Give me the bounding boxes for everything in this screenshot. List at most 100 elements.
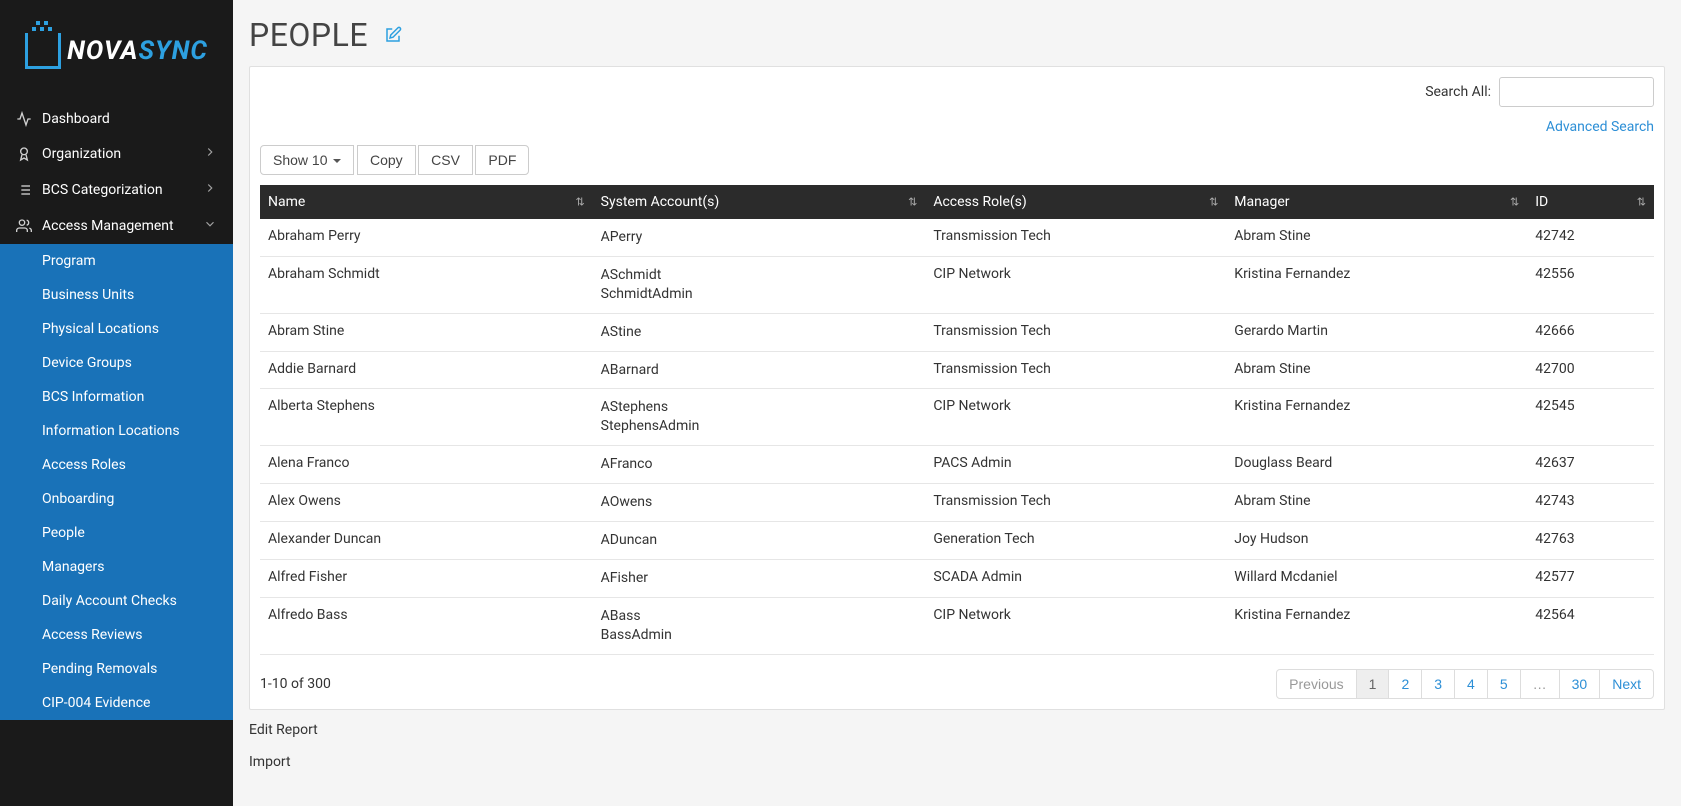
nav-item-dashboard[interactable]: Dashboard [0, 102, 233, 136]
cell-id: 42545 [1527, 389, 1654, 446]
page-30[interactable]: 30 [1559, 669, 1601, 699]
subnav-item-information-locations[interactable]: Information Locations [0, 414, 233, 448]
page-2[interactable]: 2 [1388, 669, 1422, 699]
cell-id: 42700 [1527, 351, 1654, 389]
column-header-manager[interactable]: Manager⇅ [1226, 185, 1527, 219]
import-link[interactable]: Import [249, 754, 1665, 770]
copy-button[interactable]: Copy [357, 145, 416, 175]
cell-manager: Gerardo Martin [1226, 313, 1527, 351]
column-header-id[interactable]: ID⇅ [1527, 185, 1654, 219]
advanced-search-link[interactable]: Advanced Search [1546, 119, 1654, 135]
page-next[interactable]: Next [1599, 669, 1654, 699]
nav-item-organization[interactable]: Organization [0, 136, 233, 172]
show-count-button[interactable]: Show 10 [260, 145, 354, 175]
subnav: ProgramBusiness UnitsPhysical LocationsD… [0, 244, 233, 720]
subnav-item-pending-removals[interactable]: Pending Removals [0, 652, 233, 686]
logo: NOVASYNC [0, 0, 233, 102]
page-3[interactable]: 3 [1421, 669, 1455, 699]
page-ellipsis: … [1520, 669, 1560, 699]
subnav-item-bcs-information[interactable]: BCS Information [0, 380, 233, 414]
subnav-item-cip-004-evidence[interactable]: CIP-004 Evidence [0, 686, 233, 720]
chevron-right-icon [203, 181, 217, 199]
nav-item-bcs-categorization[interactable]: BCS Categorization [0, 172, 233, 208]
toolbar: Show 10 Copy CSV PDF [260, 145, 1654, 175]
table-row[interactable]: Abram StineAStineTransmission TechGerard… [260, 313, 1654, 351]
nav-item-label: BCS Categorization [42, 182, 163, 198]
activity-icon [16, 111, 32, 127]
cell-id: 42564 [1527, 597, 1654, 654]
column-label: Name [268, 194, 305, 210]
pdf-button[interactable]: PDF [475, 145, 529, 175]
panel-top: Search All: Advanced Search [260, 77, 1654, 135]
cell-accounts: APerry [593, 219, 926, 256]
subnav-item-access-reviews[interactable]: Access Reviews [0, 618, 233, 652]
account-value: AStine [601, 323, 918, 342]
subnav-item-device-groups[interactable]: Device Groups [0, 346, 233, 380]
csv-button[interactable]: CSV [418, 145, 473, 175]
cell-accounts: AStephensStephensAdmin [593, 389, 926, 446]
subnav-item-people[interactable]: People [0, 516, 233, 550]
edit-report-link[interactable]: Edit Report [249, 722, 1665, 738]
cell-roles: Transmission Tech [925, 484, 1226, 522]
column-header-system-account-s-[interactable]: System Account(s)⇅ [593, 185, 926, 219]
cell-roles: Transmission Tech [925, 313, 1226, 351]
cell-name: Addie Barnard [260, 351, 593, 389]
cell-manager: Joy Hudson [1226, 522, 1527, 560]
search-input[interactable] [1499, 77, 1654, 107]
chevron-down-icon [333, 159, 341, 163]
cell-manager: Abram Stine [1226, 351, 1527, 389]
cell-roles: Generation Tech [925, 522, 1226, 560]
cell-id: 42742 [1527, 219, 1654, 256]
search-row: Search All: [1425, 77, 1654, 107]
column-header-access-role-s-[interactable]: Access Role(s)⇅ [925, 185, 1226, 219]
subnav-item-access-roles[interactable]: Access Roles [0, 448, 233, 482]
table-row[interactable]: Alfredo BassABassBassAdminCIP NetworkKri… [260, 597, 1654, 654]
account-value: AFranco [601, 455, 918, 474]
cell-name: Alex Owens [260, 484, 593, 522]
cell-id: 42556 [1527, 256, 1654, 313]
nav-item-label: Access Management [42, 218, 174, 234]
subnav-item-onboarding[interactable]: Onboarding [0, 482, 233, 516]
account-value: ABass [601, 607, 918, 626]
cell-roles: PACS Admin [925, 446, 1226, 484]
table-row[interactable]: Abraham SchmidtASchmidtSchmidtAdminCIP N… [260, 256, 1654, 313]
search-label: Search All: [1425, 84, 1491, 100]
cell-manager: Kristina Fernandez [1226, 256, 1527, 313]
table-row[interactable]: Alfred FisherAFisherSCADA AdminWillard M… [260, 559, 1654, 597]
subnav-item-program[interactable]: Program [0, 244, 233, 278]
table-row[interactable]: Alena FrancoAFrancoPACS AdminDouglass Be… [260, 446, 1654, 484]
table-row[interactable]: Alexander DuncanADuncanGeneration TechJo… [260, 522, 1654, 560]
subnav-item-physical-locations[interactable]: Physical Locations [0, 312, 233, 346]
users-icon [16, 218, 32, 234]
table-row[interactable]: Addie BarnardABarnardTransmission TechAb… [260, 351, 1654, 389]
cell-name: Alfred Fisher [260, 559, 593, 597]
cell-roles: CIP Network [925, 389, 1226, 446]
page-5[interactable]: 5 [1487, 669, 1521, 699]
subnav-item-managers[interactable]: Managers [0, 550, 233, 584]
page-4[interactable]: 4 [1454, 669, 1488, 699]
subnav-item-daily-account-checks[interactable]: Daily Account Checks [0, 584, 233, 618]
badge-icon [16, 146, 32, 162]
table-row[interactable]: Alberta StephensAStephensStephensAdminCI… [260, 389, 1654, 446]
cell-manager: Willard Mcdaniel [1226, 559, 1527, 597]
subnav-item-business-units[interactable]: Business Units [0, 278, 233, 312]
table-body: Abraham PerryAPerryTransmission TechAbra… [260, 219, 1654, 654]
cell-name: Abraham Schmidt [260, 256, 593, 313]
cell-id: 42763 [1527, 522, 1654, 560]
people-table: Name ⇅ System Account(s)⇅Access Role(s)⇅Ma… [260, 185, 1654, 655]
cell-manager: Abram Stine [1226, 484, 1527, 522]
column-header-name[interactable]: Name ⇅ [260, 185, 593, 219]
page-title: PEOPLE [249, 16, 368, 54]
edit-icon[interactable] [384, 26, 402, 44]
account-value: BassAdmin [601, 626, 918, 645]
logo-icon [25, 33, 61, 69]
table-row[interactable]: Abraham PerryAPerryTransmission TechAbra… [260, 219, 1654, 256]
table-row[interactable]: Alex OwensAOwensTransmission TechAbram S… [260, 484, 1654, 522]
nav-item-label: Organization [42, 146, 121, 162]
column-label: Access Role(s) [933, 194, 1026, 210]
nav-item-access-management[interactable]: Access Management [0, 208, 233, 244]
panel: Search All: Advanced Search Show 10 Copy… [249, 66, 1665, 710]
page-1[interactable]: 1 [1356, 669, 1390, 699]
sort-icon: ⇅ [575, 196, 584, 209]
account-value: APerry [601, 228, 918, 247]
